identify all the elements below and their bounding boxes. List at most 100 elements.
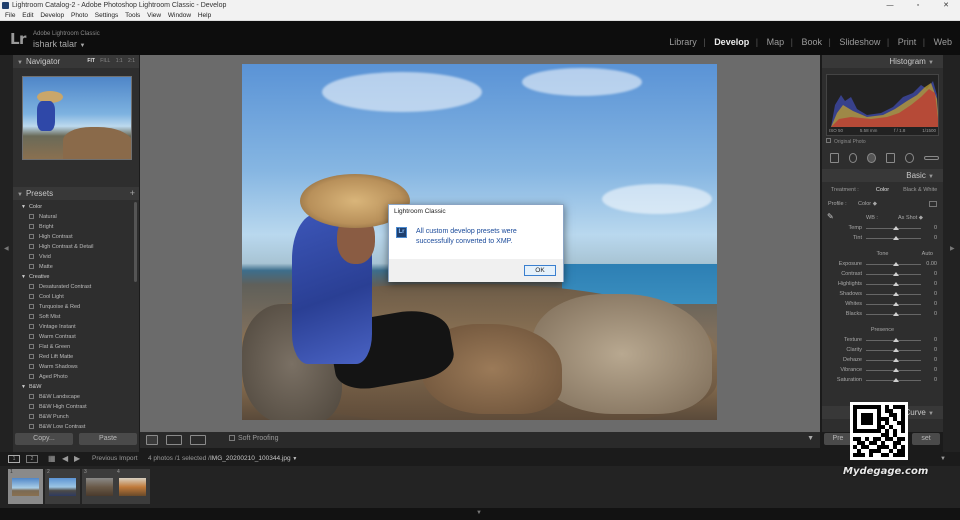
preset-item[interactable]: Bright — [21, 222, 133, 232]
preset-item[interactable]: Matte — [21, 262, 133, 272]
slider-handle[interactable] — [893, 338, 899, 342]
slider-value[interactable]: 0 — [934, 365, 937, 375]
filmstrip-collapse-icon[interactable]: ▼ — [940, 452, 946, 466]
menu-file[interactable]: File — [5, 12, 15, 19]
paste-settings-button[interactable]: Paste — [79, 433, 137, 445]
zoom-fit[interactable]: FIT — [87, 58, 95, 64]
profile-browser-icon[interactable] — [929, 201, 937, 207]
menu-window[interactable]: Window — [168, 12, 191, 19]
slider-value[interactable]: 0 — [934, 375, 937, 385]
toolbar-menu-chevron-icon[interactable]: ▼ — [807, 435, 814, 442]
adjustment-brush-icon[interactable] — [923, 156, 940, 160]
wb-select[interactable]: As Shot ◆ — [898, 213, 923, 223]
slider-value[interactable]: 0 — [934, 299, 937, 309]
source-label[interactable]: Previous Import — [92, 452, 138, 466]
second-window-button[interactable]: 2 — [26, 455, 38, 463]
slider-handle[interactable] — [893, 282, 899, 286]
preset-item[interactable]: High Contrast — [21, 232, 133, 242]
reset-button[interactable]: set — [912, 433, 940, 445]
bottom-panel-toggle[interactable]: ▼ — [0, 508, 960, 520]
slider-value[interactable]: 0 — [934, 355, 937, 365]
spot-removal-icon[interactable] — [848, 153, 858, 163]
slider-handle[interactable] — [893, 358, 899, 362]
radial-filter-icon[interactable] — [904, 153, 914, 163]
module-book[interactable]: Book — [801, 37, 822, 47]
crop-tool-icon[interactable] — [830, 153, 839, 163]
soft-proofing-toggle[interactable]: Soft Proofing — [229, 435, 278, 442]
menu-view[interactable]: View — [147, 12, 161, 19]
navigator-preview[interactable] — [22, 76, 132, 160]
histogram[interactable]: ISO 50 5.58 mm f / 1.8 1/1500 — [826, 74, 939, 136]
basic-header[interactable]: Basic ▼ — [822, 169, 943, 182]
menu-tools[interactable]: Tools — [125, 12, 140, 19]
filmstrip-thumb[interactable]: 4 — [115, 469, 150, 504]
slider-handle[interactable] — [893, 348, 899, 352]
preset-item[interactable]: Warm Contrast — [21, 332, 133, 342]
preset-item[interactable]: B&W Low Contrast — [21, 422, 133, 430]
original-photo-toggle[interactable]: Original Photo — [826, 138, 939, 145]
module-web[interactable]: Web — [934, 37, 952, 47]
tone-auto-button[interactable]: Auto — [922, 249, 933, 259]
red-eye-icon[interactable] — [867, 153, 877, 163]
slider-handle[interactable] — [893, 302, 899, 306]
treatment-bw[interactable]: Black & White — [901, 185, 939, 195]
preset-item[interactable]: Natural — [21, 212, 133, 222]
main-window-button[interactable]: 1 — [8, 455, 20, 463]
slider-handle[interactable] — [893, 292, 899, 296]
slider-handle[interactable] — [893, 368, 899, 372]
slider-value[interactable]: 0 — [934, 279, 937, 289]
menu-help[interactable]: Help — [198, 12, 211, 19]
slider-handle[interactable] — [893, 272, 899, 276]
menu-edit[interactable]: Edit — [22, 12, 33, 19]
profile-select[interactable]: Color ◆ — [858, 199, 877, 209]
preset-item[interactable]: Flat & Green — [21, 342, 133, 352]
right-panel-toggle[interactable]: ▶ — [943, 55, 960, 452]
menu-develop[interactable]: Develop — [40, 12, 64, 19]
slider-value[interactable]: 0 — [934, 233, 937, 243]
wb-eyedropper-icon[interactable]: ✎ — [827, 212, 834, 222]
menu-photo[interactable]: Photo — [71, 12, 88, 19]
preset-item[interactable]: Red Lift Matte — [21, 352, 133, 362]
preset-item[interactable]: B&W Punch — [21, 412, 133, 422]
left-panel-toggle[interactable]: ◀ — [0, 55, 13, 452]
zoom-fill[interactable]: FILL — [100, 58, 110, 64]
module-library[interactable]: Library — [669, 37, 697, 47]
preset-item[interactable]: B&W Landscape — [21, 392, 133, 402]
preset-folder[interactable]: ▼ Creative — [21, 272, 133, 282]
slider-value[interactable]: 0 — [934, 335, 937, 345]
preset-item[interactable]: High Contrast & Detail — [21, 242, 133, 252]
preset-item[interactable]: B&W High Contrast — [21, 402, 133, 412]
add-preset-button[interactable]: + — [130, 187, 135, 200]
copy-settings-button[interactable]: Copy... — [15, 433, 73, 445]
preset-item[interactable]: Desaturated Contrast — [21, 282, 133, 292]
slider-handle[interactable] — [893, 378, 899, 382]
identity-user[interactable]: ishark talar ▼ — [33, 39, 85, 49]
preset-folder[interactable]: ▼ Color — [21, 202, 133, 212]
compare-icon[interactable] — [190, 435, 206, 445]
preset-item[interactable]: Vivid — [21, 252, 133, 262]
slider-value[interactable]: 0 — [934, 309, 937, 319]
close-button[interactable]: ✕ — [932, 0, 960, 11]
slider-value[interactable]: 0 — [934, 223, 937, 233]
filmstrip-thumb[interactable]: 2 — [45, 469, 80, 504]
loupe-view-icon[interactable] — [146, 435, 158, 445]
slider-handle[interactable] — [893, 236, 899, 240]
slider-handle[interactable] — [893, 262, 899, 266]
module-slideshow[interactable]: Slideshow — [839, 37, 880, 47]
presets-header[interactable]: ▼ Presets + — [13, 187, 139, 200]
slider-handle[interactable] — [893, 312, 899, 316]
module-print[interactable]: Print — [898, 37, 917, 47]
slider-handle[interactable] — [893, 226, 899, 230]
graduated-filter-icon[interactable] — [886, 153, 895, 163]
preset-item[interactable]: Vintage Instant — [21, 322, 133, 332]
menu-settings[interactable]: Settings — [95, 12, 119, 19]
preset-item[interactable]: Turquoise & Red — [21, 302, 133, 312]
preset-item[interactable]: Aged Photo — [21, 372, 133, 382]
back-arrow-icon[interactable]: ◀ — [62, 452, 68, 466]
slider-value[interactable]: 0 — [934, 269, 937, 279]
module-develop[interactable]: Develop — [714, 37, 749, 47]
ok-button[interactable]: OK — [524, 265, 556, 276]
filmstrip-thumb[interactable]: 3 — [82, 469, 117, 504]
slider-value[interactable]: 0 — [934, 345, 937, 355]
grid-view-icon[interactable]: ▦ — [48, 452, 56, 466]
